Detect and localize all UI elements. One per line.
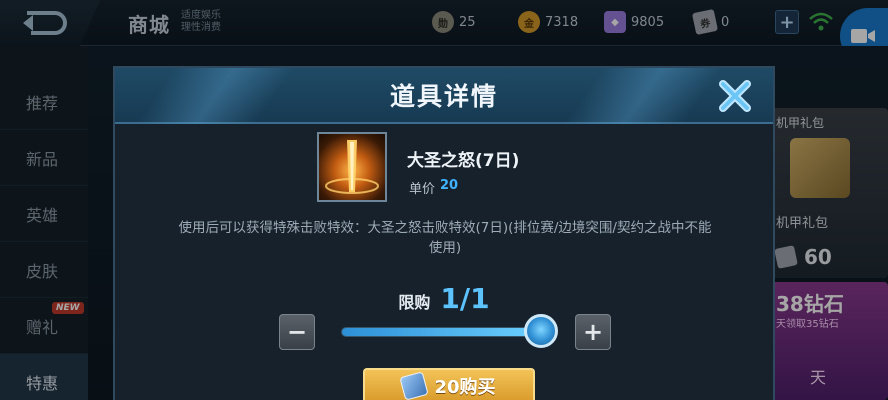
purchase-limit-value: 1/1 xyxy=(440,282,490,315)
close-icon xyxy=(719,80,751,112)
item-unit-price: 单价 20 xyxy=(409,178,458,197)
buy-button[interactable]: 20购买 xyxy=(363,368,535,400)
item-detail-dialog: 道具详情 大圣之怒(7日) 单价 20 使用后可以获得特殊击败特效：大圣之怒击败… xyxy=(113,66,775,400)
buy-button-label: 20购买 xyxy=(434,377,496,398)
dialog-title: 道具详情 xyxy=(389,82,498,111)
quantity-slider-track[interactable] xyxy=(341,327,541,337)
purchase-limit-label: 限购 xyxy=(398,293,431,312)
item-description: 使用后可以获得特殊击败特效：大圣之怒击败特效(7日)(排位赛/边境突围/契约之战… xyxy=(178,220,712,256)
item-name: 大圣之怒(7日) xyxy=(407,151,520,171)
golden-staff-icon xyxy=(325,140,379,194)
quantity-slider-fill xyxy=(342,328,540,336)
unit-price-value: 20 xyxy=(440,178,459,193)
voucher-icon xyxy=(399,371,430,400)
unit-price-label: 单价 xyxy=(409,182,436,197)
quantity-slider-thumb[interactable] xyxy=(524,314,558,348)
increase-quantity-button[interactable]: + xyxy=(575,314,611,350)
close-button[interactable] xyxy=(713,74,757,118)
dialog-header: 道具详情 xyxy=(115,68,773,124)
item-icon xyxy=(317,132,387,202)
purchase-limit: 限购 1/1 xyxy=(115,282,773,315)
decrease-quantity-button[interactable]: − xyxy=(279,314,315,350)
